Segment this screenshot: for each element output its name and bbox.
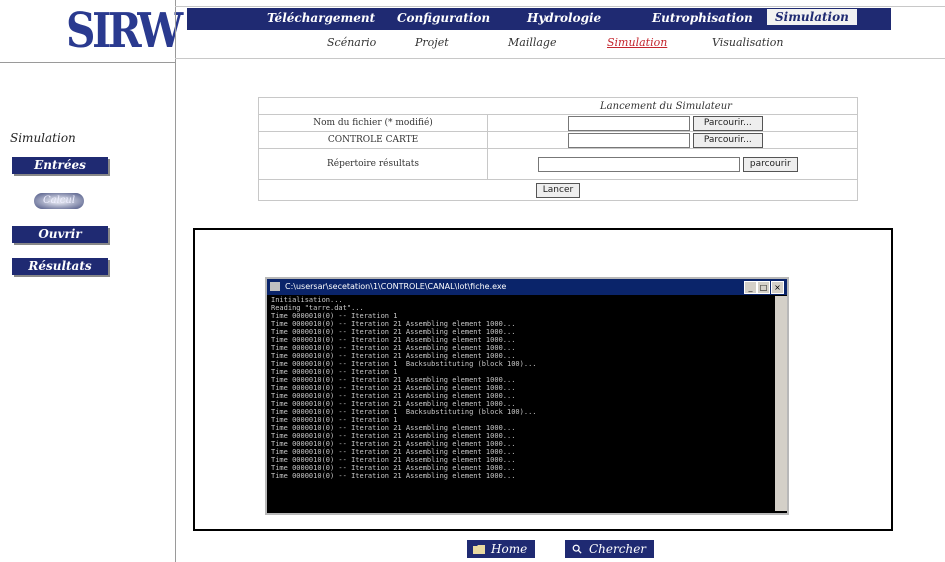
- console-line: Time 0000010(0) -- Iteration 21 Assembli…: [271, 344, 516, 352]
- header-divider: [0, 62, 175, 63]
- menu-configuration[interactable]: Configuration: [397, 11, 490, 25]
- file-input[interactable]: [568, 115, 690, 131]
- menu-telechargement[interactable]: Téléchargement: [267, 11, 375, 25]
- console-title: C:\usersar\secetation\1\CONTROLE\CANAL\l…: [285, 282, 507, 291]
- file-label: Nom du fichier (* modifié): [258, 114, 488, 132]
- dir-label: Répertoire résultats: [258, 148, 488, 180]
- submenu-scenario[interactable]: Scénario: [327, 36, 376, 49]
- console-line: Time 0000010(0) -- Iteration 21 Assembli…: [271, 336, 516, 344]
- sidebar-title: Simulation: [10, 131, 76, 145]
- sidebar-entrees-button[interactable]: Entrées: [12, 157, 108, 174]
- console-output: Initialisation... Reading "tarre.dat"... T…: [269, 296, 775, 511]
- console-line: Time 0000010(0) -- Iteration 21 Assembli…: [271, 376, 516, 384]
- minimize-icon[interactable]: _: [744, 281, 757, 294]
- submenu-maillage[interactable]: Maillage: [508, 36, 557, 49]
- console-line: Time 0000010(0) -- Iteration 21 Assembli…: [271, 352, 516, 360]
- menu-simulation[interactable]: Simulation: [767, 9, 857, 25]
- console-line: Time 0000010(0) -- Iteration 21 Assembli…: [271, 432, 516, 440]
- maximize-icon[interactable]: □: [757, 281, 770, 294]
- sidebar-calcul-button[interactable]: Calcul: [34, 193, 84, 209]
- sidebar-resultats-button[interactable]: Résultats: [12, 258, 108, 275]
- card-input[interactable]: [568, 132, 690, 148]
- home-label: Home: [491, 542, 528, 556]
- search-button[interactable]: Chercher: [565, 540, 655, 558]
- console-line: Time 0000010(0) -- Iteration 1 Backsubst…: [271, 360, 537, 368]
- console-line: Time 0000010(0) -- Iteration 21 Assembli…: [271, 384, 516, 392]
- home-button[interactable]: Home: [467, 540, 536, 558]
- console-line: Time 0000010(0) -- Iteration 1 Backsubst…: [271, 408, 537, 416]
- submenu-simulation[interactable]: Simulation: [607, 36, 667, 49]
- console-line: Time 0000010(0) -- Iteration 21 Assembli…: [271, 456, 516, 464]
- card-label: CONTROLE CARTE: [258, 131, 488, 149]
- sidebar-divider: [175, 0, 176, 562]
- console-line: Time 0000010(0) -- Iteration 21 Assembli…: [271, 464, 516, 472]
- dir-browse-button[interactable]: parcourir: [742, 156, 798, 172]
- console-window: C:\usersar\secetation\1\CONTROLE\CANAL\l…: [265, 277, 789, 515]
- menu-hydrologie[interactable]: Hydrologie: [527, 11, 601, 25]
- console-line: Time 0000010(0) -- Iteration 21 Assembli…: [271, 328, 516, 336]
- console-line: Reading "tarre.dat"...: [271, 304, 364, 312]
- console-line: Time 0000010(0) -- Iteration 1: [271, 368, 398, 376]
- card-browse-button[interactable]: Parcourir...: [692, 132, 763, 148]
- form-header: Lancement du Simulateur: [258, 97, 858, 115]
- close-icon[interactable]: ×: [771, 281, 784, 294]
- console-scrollbar[interactable]: [775, 296, 787, 511]
- console-line: Time 0000010(0) -- Iteration 1: [271, 416, 398, 424]
- menu-eutrophisation[interactable]: Eutrophisation: [652, 11, 753, 25]
- console-line: Time 0000010(0) -- Iteration 21 Assembli…: [271, 392, 516, 400]
- console-line: Time 0000010(0) -- Iteration 1: [271, 312, 398, 320]
- console-line: Time 0000010(0) -- Iteration 21 Assembli…: [271, 472, 516, 480]
- launch-button[interactable]: Lancer: [535, 182, 581, 198]
- console-line: Initialisation...: [271, 296, 343, 304]
- console-line: Time 0000010(0) -- Iteration 21 Assembli…: [271, 424, 516, 432]
- console-system-icon[interactable]: [270, 282, 280, 291]
- submenu-divider: [175, 58, 945, 59]
- search-label: Chercher: [589, 542, 647, 556]
- console-line: Time 0000010(0) -- Iteration 21 Assembli…: [271, 440, 516, 448]
- dir-input[interactable]: [538, 156, 740, 172]
- main-menu-bar: Téléchargement Configuration Hydrologie …: [187, 8, 891, 30]
- folder-icon: [473, 545, 485, 554]
- console-line: Time 0000010(0) -- Iteration 21 Assembli…: [271, 400, 516, 408]
- console-titlebar[interactable]: C:\usersar\secetation\1\CONTROLE\CANAL\l…: [267, 279, 787, 295]
- console-line: Time 0000010(0) -- Iteration 21 Assembli…: [271, 320, 516, 328]
- submenu-visualisation[interactable]: Visualisation: [712, 36, 783, 49]
- top-divider: [175, 6, 945, 7]
- console-line: Time 0000010(0) -- Iteration 21 Assembli…: [271, 448, 516, 456]
- logo[interactable]: SIRW: [66, 2, 183, 60]
- submenu-projet[interactable]: Projet: [415, 36, 449, 49]
- search-icon: [572, 544, 582, 554]
- file-browse-button[interactable]: Parcourir...: [692, 115, 763, 131]
- simulation-launch-form: Lancement du Simulateur Nom du fichier (…: [258, 97, 858, 201]
- sidebar-ouvrir-button[interactable]: Ouvrir: [12, 226, 108, 243]
